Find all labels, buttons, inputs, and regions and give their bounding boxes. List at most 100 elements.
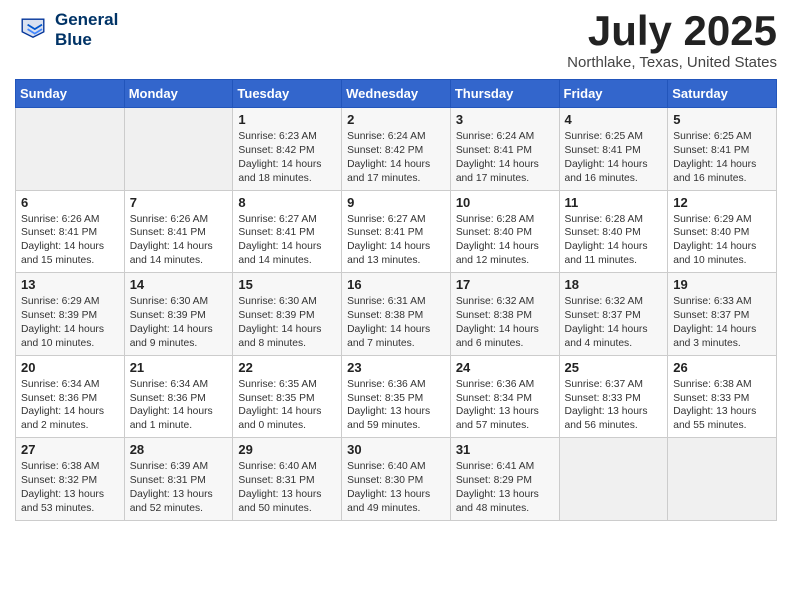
- calendar-cell: [16, 108, 125, 191]
- cell-content: Sunrise: 6:27 AMSunset: 8:41 PMDaylight:…: [347, 213, 445, 269]
- calendar-cell: 8 Sunrise: 6:27 AMSunset: 8:41 PMDaylight…: [233, 190, 342, 273]
- calendar-cell: [559, 438, 668, 521]
- day-number: 20: [21, 360, 119, 375]
- calendar-cell: 7 Sunrise: 6:26 AMSunset: 8:41 PMDaylight…: [124, 190, 233, 273]
- cell-content: Sunrise: 6:34 AMSunset: 8:36 PMDaylight:…: [130, 378, 228, 434]
- weekday-header-saturday: Saturday: [668, 80, 777, 108]
- cell-content: Sunrise: 6:27 AMSunset: 8:41 PMDaylight:…: [238, 213, 336, 269]
- calendar-cell: 11 Sunrise: 6:28 AMSunset: 8:40 PMDayligh…: [559, 190, 668, 273]
- day-number: 17: [456, 277, 554, 292]
- calendar-cell: 18 Sunrise: 6:32 AMSunset: 8:37 PMDayligh…: [559, 273, 668, 356]
- day-number: 13: [21, 277, 119, 292]
- calendar-cell: 5 Sunrise: 6:25 AMSunset: 8:41 PMDaylight…: [668, 108, 777, 191]
- calendar-cell: 27 Sunrise: 6:38 AMSunset: 8:32 PMDayligh…: [16, 438, 125, 521]
- weekday-header-row: SundayMondayTuesdayWednesdayThursdayFrid…: [16, 80, 777, 108]
- calendar-cell: 2 Sunrise: 6:24 AMSunset: 8:42 PMDaylight…: [342, 108, 451, 191]
- day-number: 3: [456, 112, 554, 127]
- calendar-cell: 13 Sunrise: 6:29 AMSunset: 8:39 PMDayligh…: [16, 273, 125, 356]
- day-number: 1: [238, 112, 336, 127]
- calendar-cell: 14 Sunrise: 6:30 AMSunset: 8:39 PMDayligh…: [124, 273, 233, 356]
- page: General Blue July 2025 Northlake, Texas,…: [0, 0, 792, 531]
- weekday-header-tuesday: Tuesday: [233, 80, 342, 108]
- cell-content: Sunrise: 6:24 AMSunset: 8:41 PMDaylight:…: [456, 130, 554, 186]
- cell-content: Sunrise: 6:25 AMSunset: 8:41 PMDaylight:…: [565, 130, 663, 186]
- calendar-cell: 10Sunrise: 6:28 AMSunset: 8:40 PMDayligh…: [450, 190, 559, 273]
- calendar-cell: 21 Sunrise: 6:34 AMSunset: 8:36 PMDayligh…: [124, 355, 233, 438]
- cell-content: Sunrise: 6:28 AMSunset: 8:40 PMDaylight:…: [456, 213, 554, 269]
- calendar-cell: 24Sunrise: 6:36 AMSunset: 8:34 PMDayligh…: [450, 355, 559, 438]
- day-number: 8: [238, 195, 336, 210]
- day-number: 7: [130, 195, 228, 210]
- calendar-cell: 22Sunrise: 6:35 AMSunset: 8:35 PMDayligh…: [233, 355, 342, 438]
- calendar-cell: 3 Sunrise: 6:24 AMSunset: 8:41 PMDaylight…: [450, 108, 559, 191]
- day-number: 12: [673, 195, 771, 210]
- cell-content: Sunrise: 6:35 AMSunset: 8:35 PMDaylight:…: [238, 378, 336, 434]
- calendar-cell: 28 Sunrise: 6:39 AMSunset: 8:31 PMDayligh…: [124, 438, 233, 521]
- cell-content: Sunrise: 6:31 AMSunset: 8:38 PMDaylight:…: [347, 295, 445, 351]
- weekday-header-sunday: Sunday: [16, 80, 125, 108]
- cell-content: Sunrise: 6:37 AMSunset: 8:33 PMDaylight:…: [565, 378, 663, 434]
- cell-content: Sunrise: 6:34 AMSunset: 8:36 PMDaylight:…: [21, 378, 119, 434]
- day-number: 6: [21, 195, 119, 210]
- calendar-cell: 19Sunrise: 6:33 AMSunset: 8:37 PMDayligh…: [668, 273, 777, 356]
- cell-content: Sunrise: 6:25 AMSunset: 8:41 PMDaylight:…: [673, 130, 771, 186]
- day-number: 5: [673, 112, 771, 127]
- cell-content: Sunrise: 6:30 AMSunset: 8:39 PMDaylight:…: [238, 295, 336, 351]
- cell-content: Sunrise: 6:29 AMSunset: 8:39 PMDaylight:…: [21, 295, 119, 351]
- cell-content: Sunrise: 6:39 AMSunset: 8:31 PMDaylight:…: [130, 460, 228, 516]
- day-number: 28: [130, 442, 228, 457]
- logo: General Blue: [15, 10, 118, 49]
- day-number: 26: [673, 360, 771, 375]
- week-row-4: 20 Sunrise: 6:34 AMSunset: 8:36 PMDayligh…: [16, 355, 777, 438]
- calendar-cell: 23Sunrise: 6:36 AMSunset: 8:35 PMDayligh…: [342, 355, 451, 438]
- calendar-cell: 30Sunrise: 6:40 AMSunset: 8:30 PMDayligh…: [342, 438, 451, 521]
- cell-content: Sunrise: 6:28 AMSunset: 8:40 PMDaylight:…: [565, 213, 663, 269]
- cell-content: Sunrise: 6:26 AMSunset: 8:41 PMDaylight:…: [21, 213, 119, 269]
- cell-content: Sunrise: 6:38 AMSunset: 8:33 PMDaylight:…: [673, 378, 771, 434]
- cell-content: Sunrise: 6:29 AMSunset: 8:40 PMDaylight:…: [673, 213, 771, 269]
- weekday-header-thursday: Thursday: [450, 80, 559, 108]
- cell-content: Sunrise: 6:38 AMSunset: 8:32 PMDaylight:…: [21, 460, 119, 516]
- calendar-cell: 26 Sunrise: 6:38 AMSunset: 8:33 PMDayligh…: [668, 355, 777, 438]
- header: General Blue July 2025 Northlake, Texas,…: [15, 10, 777, 71]
- day-number: 14: [130, 277, 228, 292]
- calendar-cell: 4Sunrise: 6:25 AMSunset: 8:41 PMDaylight…: [559, 108, 668, 191]
- calendar-cell: 15 Sunrise: 6:30 AMSunset: 8:39 PMDayligh…: [233, 273, 342, 356]
- calendar-cell: 17Sunrise: 6:32 AMSunset: 8:38 PMDayligh…: [450, 273, 559, 356]
- calendar-cell: 29Sunrise: 6:40 AMSunset: 8:31 PMDayligh…: [233, 438, 342, 521]
- day-number: 27: [21, 442, 119, 457]
- day-number: 11: [565, 195, 663, 210]
- day-number: 9: [347, 195, 445, 210]
- cell-content: Sunrise: 6:32 AMSunset: 8:37 PMDaylight:…: [565, 295, 663, 351]
- logo-text: General Blue: [55, 10, 118, 49]
- day-number: 21: [130, 360, 228, 375]
- cell-content: Sunrise: 6:33 AMSunset: 8:37 PMDaylight:…: [673, 295, 771, 351]
- week-row-5: 27 Sunrise: 6:38 AMSunset: 8:32 PMDayligh…: [16, 438, 777, 521]
- cell-content: Sunrise: 6:30 AMSunset: 8:39 PMDaylight:…: [130, 295, 228, 351]
- cell-content: Sunrise: 6:26 AMSunset: 8:41 PMDaylight:…: [130, 213, 228, 269]
- cell-content: Sunrise: 6:40 AMSunset: 8:31 PMDaylight:…: [238, 460, 336, 516]
- calendar-cell: 6 Sunrise: 6:26 AMSunset: 8:41 PMDaylight…: [16, 190, 125, 273]
- cell-content: Sunrise: 6:40 AMSunset: 8:30 PMDaylight:…: [347, 460, 445, 516]
- location: Northlake, Texas, United States: [567, 54, 777, 71]
- calendar-cell: 25Sunrise: 6:37 AMSunset: 8:33 PMDayligh…: [559, 355, 668, 438]
- day-number: 2: [347, 112, 445, 127]
- day-number: 23: [347, 360, 445, 375]
- weekday-header-friday: Friday: [559, 80, 668, 108]
- calendar-cell: 16 Sunrise: 6:31 AMSunset: 8:38 PMDayligh…: [342, 273, 451, 356]
- week-row-1: 1Sunrise: 6:23 AMSunset: 8:42 PMDaylight…: [16, 108, 777, 191]
- day-number: 15: [238, 277, 336, 292]
- title-block: July 2025 Northlake, Texas, United State…: [567, 10, 777, 71]
- week-row-2: 6 Sunrise: 6:26 AMSunset: 8:41 PMDaylight…: [16, 190, 777, 273]
- calendar-table: SundayMondayTuesdayWednesdayThursdayFrid…: [15, 79, 777, 521]
- calendar-cell: 20 Sunrise: 6:34 AMSunset: 8:36 PMDayligh…: [16, 355, 125, 438]
- calendar-cell: 1Sunrise: 6:23 AMSunset: 8:42 PMDaylight…: [233, 108, 342, 191]
- week-row-3: 13 Sunrise: 6:29 AMSunset: 8:39 PMDayligh…: [16, 273, 777, 356]
- cell-content: Sunrise: 6:36 AMSunset: 8:34 PMDaylight:…: [456, 378, 554, 434]
- day-number: 18: [565, 277, 663, 292]
- cell-content: Sunrise: 6:24 AMSunset: 8:42 PMDaylight:…: [347, 130, 445, 186]
- calendar-cell: 9 Sunrise: 6:27 AMSunset: 8:41 PMDaylight…: [342, 190, 451, 273]
- month-title: July 2025: [567, 10, 777, 52]
- day-number: 16: [347, 277, 445, 292]
- calendar-cell: [668, 438, 777, 521]
